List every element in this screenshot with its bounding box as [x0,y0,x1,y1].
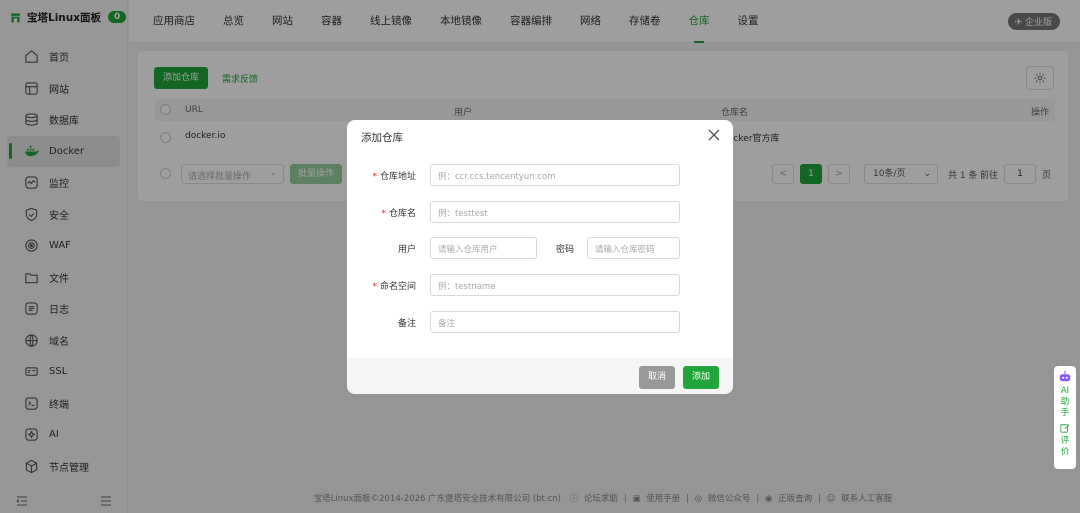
address-input[interactable]: 例：ccr.ccs.tencentyun.com [430,164,680,186]
name-label: * 仓库名 [381,206,416,219]
namespace-label: * 命名空间 [372,279,416,292]
close-icon[interactable] [707,128,721,142]
ai-helper-label-5: 价 [1060,447,1070,457]
ai-robot-icon [1059,370,1071,382]
namespace-input[interactable]: 例：testname [430,274,680,296]
address-label: * 仓库地址 [372,169,416,182]
ai-helper-label-2: 助 [1060,397,1070,407]
dialog-footer: 取消 添加 [347,358,733,394]
add-repo-dialog: 添加仓库 * 仓库地址 例：ccr.ccs.tencentyun.com * 仓库名… [347,120,733,394]
edit-icon [1060,424,1070,433]
cancel-button[interactable]: 取消 [639,366,676,389]
form-row-address: * 仓库地址 例：ccr.ccs.tencentyun.com [347,164,733,186]
form-row-name: * 仓库名 例：testtest [347,201,733,223]
form-row-remark: 备注 备注 [347,311,733,333]
remark-label: 备注 [397,319,416,329]
remark-input[interactable]: 备注 [430,311,680,333]
ai-helper-widget[interactable]: AI 助 手 评 价 [1054,366,1076,469]
required-mark: * [372,282,377,292]
ai-helper-label-1: AI [1060,386,1070,396]
dialog-title: 添加仓库 [361,132,403,144]
ai-helper-label-3: 手 [1060,408,1070,418]
address-label-text: 仓库地址 [379,172,416,182]
form-row-namespace: * 命名空间 例：testname [347,274,733,296]
repo-name-input[interactable]: 例：testtest [430,201,680,223]
password-input[interactable]: 请输入仓库密码 [587,237,680,259]
name-label-text: 仓库名 [388,209,416,219]
user-label: 用户 [397,245,416,255]
submit-button[interactable]: 添加 [683,366,720,389]
required-mark: * [372,172,377,182]
user-input[interactable]: 请输入仓库用户 [430,237,537,259]
namespace-label-text: 命名空间 [379,282,416,292]
password-label: 密码 [556,245,575,255]
form-row-credentials: 用户 请输入仓库用户 密码 请输入仓库密码 [347,237,733,259]
required-mark: * [381,209,386,219]
ai-helper-label-4: 评 [1060,436,1070,446]
